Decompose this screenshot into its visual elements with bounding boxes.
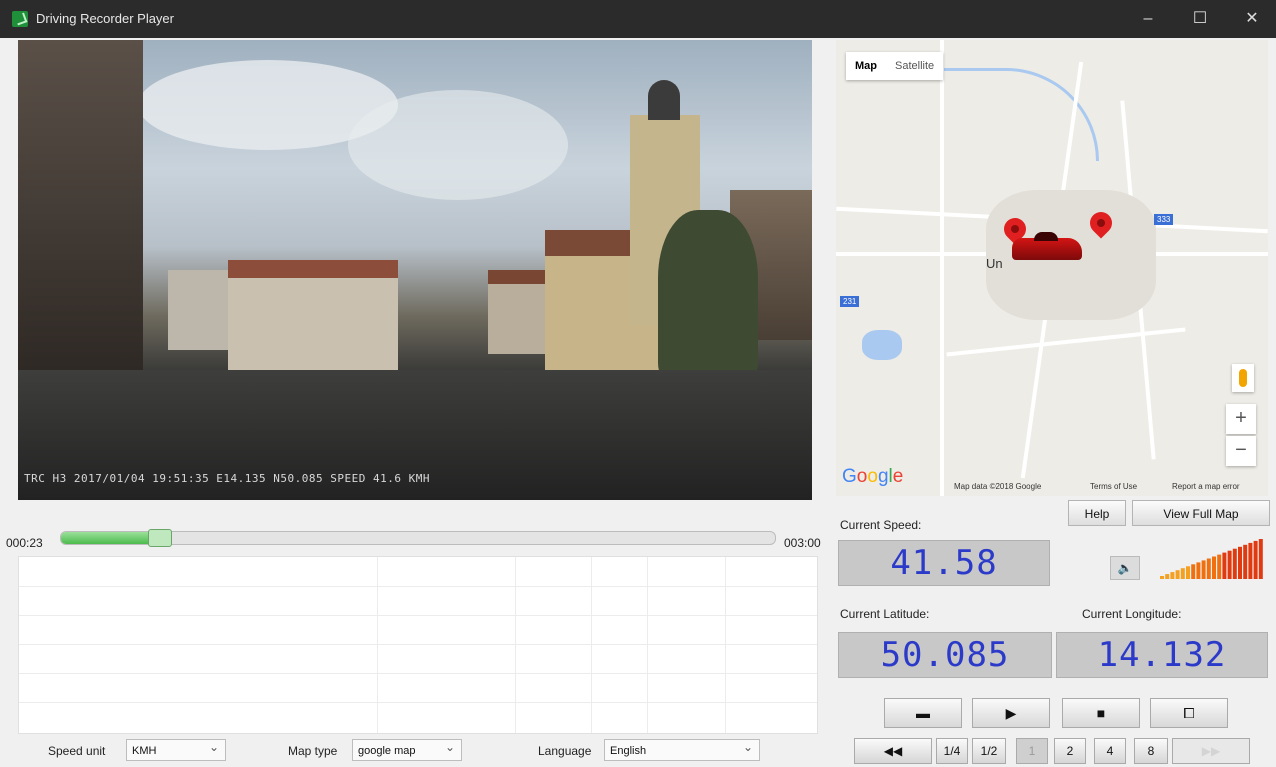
minimize-button[interactable]: – <box>1128 6 1168 32</box>
map-view[interactable]: Map Satellite 333 231 Un Google Map data… <box>836 40 1268 496</box>
total-time: 003:00 <box>784 536 821 550</box>
title-bar: Driving Recorder Player – ☐ ✕ <box>0 0 1276 38</box>
fast-forward-icon[interactable]: ▶▶ <box>1172 738 1250 764</box>
zoom-in-button[interactable]: + <box>1226 404 1256 434</box>
speaker-icon[interactable]: 🔈 <box>1110 556 1140 580</box>
play-icon[interactable]: ▶ <box>972 698 1050 728</box>
pond <box>862 330 902 360</box>
language-select[interactable]: English <box>604 736 760 761</box>
tower-dome <box>648 80 680 120</box>
volume-bar-segment <box>1191 564 1196 579</box>
speed-normal-button[interactable]: 1 <box>1016 738 1048 764</box>
rewind-icon[interactable]: ◀◀ <box>854 738 932 764</box>
town-label: Un <box>986 256 1003 271</box>
volume-bar-segment <box>1165 574 1170 579</box>
seek-bar-fill <box>61 532 154 544</box>
speed-4x-button[interactable]: 4 <box>1094 738 1126 764</box>
road-badge: 333 <box>1154 214 1174 225</box>
speed-quarter-button[interactable]: 1/4 <box>936 738 968 764</box>
building <box>228 260 398 373</box>
volume-bar-segment <box>1232 548 1237 579</box>
close-button[interactable]: ✕ <box>1232 6 1272 32</box>
building-left <box>18 40 143 370</box>
video-view[interactable]: TRC H3 2017/01/04 19:51:35 E14.135 N50.0… <box>18 40 812 500</box>
volume-bar-segment <box>1238 546 1242 579</box>
volume-bar-segment <box>1253 540 1258 579</box>
seek-bar-thumb[interactable] <box>147 529 172 547</box>
volume-bar-segment <box>1160 576 1164 579</box>
volume-bar-segment <box>1175 570 1180 579</box>
volume-bar-segment <box>1217 554 1222 579</box>
volume-level-bar[interactable] <box>1160 538 1268 580</box>
street-view-pegman-icon[interactable] <box>1232 364 1254 392</box>
road <box>940 40 944 496</box>
map-data-attribution: Map data ©2018 Google <box>954 482 1042 491</box>
speed-half-button[interactable]: 1/2 <box>972 738 1006 764</box>
open-folder-icon[interactable]: ▬ <box>884 698 962 728</box>
terms-of-use-link[interactable]: Terms of Use <box>1090 482 1137 491</box>
current-longitude-label: Current Longitude: <box>1082 607 1182 621</box>
cloud <box>348 90 568 200</box>
current-time: 000:23 <box>6 536 43 550</box>
current-speed-label: Current Speed: <box>840 518 922 532</box>
app-icon <box>12 11 28 27</box>
speed-2x-button[interactable]: 2 <box>1054 738 1086 764</box>
tab-map[interactable]: Map <box>846 52 886 80</box>
map-type-tabs: Map Satellite <box>846 52 944 80</box>
map-type-select[interactable]: google map <box>352 736 462 761</box>
volume-bar-segment <box>1186 566 1190 579</box>
help-button[interactable]: Help <box>1068 500 1126 526</box>
current-speed-display: 41.58 <box>838 540 1050 586</box>
volume-bar-segment <box>1196 562 1201 579</box>
maximize-button[interactable]: ☐ <box>1180 6 1220 32</box>
volume-bar-segment <box>1206 558 1211 579</box>
speed-8x-button[interactable]: 8 <box>1134 738 1168 764</box>
volume-bar-segment <box>1170 572 1175 579</box>
building <box>488 270 548 354</box>
map-type-label: Map type <box>288 744 338 758</box>
car-icon <box>1012 232 1082 260</box>
window-title: Driving Recorder Player <box>36 11 174 26</box>
volume-bar-segment <box>1180 568 1185 579</box>
google-logo: Google <box>842 466 904 487</box>
current-latitude-label: Current Latitude: <box>840 607 930 621</box>
road-badge: 231 <box>840 296 860 307</box>
data-graph-area <box>18 556 818 734</box>
speed-unit-select[interactable]: KMH <box>126 736 226 761</box>
volume-bar-segment <box>1222 552 1227 579</box>
current-latitude-display: 50.085 <box>838 632 1052 678</box>
zoom-out-button[interactable]: − <box>1226 436 1256 466</box>
volume-bar-segment <box>1201 560 1206 579</box>
volume-bar-segment <box>1258 539 1263 579</box>
tree <box>658 210 758 380</box>
language-label: Language <box>538 744 592 758</box>
volume-bar-segment <box>1212 556 1216 579</box>
crop-icon[interactable]: ⧠ <box>1150 698 1228 728</box>
volume-bar-segment <box>1248 542 1253 579</box>
volume-bar-segment <box>1227 550 1232 579</box>
view-full-map-button[interactable]: View Full Map <box>1132 500 1270 526</box>
tab-satellite[interactable]: Satellite <box>886 52 943 80</box>
report-map-error-link[interactable]: Report a map error <box>1172 482 1240 491</box>
speed-unit-label: Speed unit <box>48 744 106 758</box>
road <box>946 327 1186 357</box>
volume-bar-segment <box>1243 544 1248 579</box>
stop-icon[interactable]: ■ <box>1062 698 1140 728</box>
current-longitude-display: 14.132 <box>1056 632 1268 678</box>
river <box>866 68 1099 161</box>
video-info-overlay: TRC H3 2017/01/04 19:51:35 E14.135 N50.0… <box>24 472 430 485</box>
